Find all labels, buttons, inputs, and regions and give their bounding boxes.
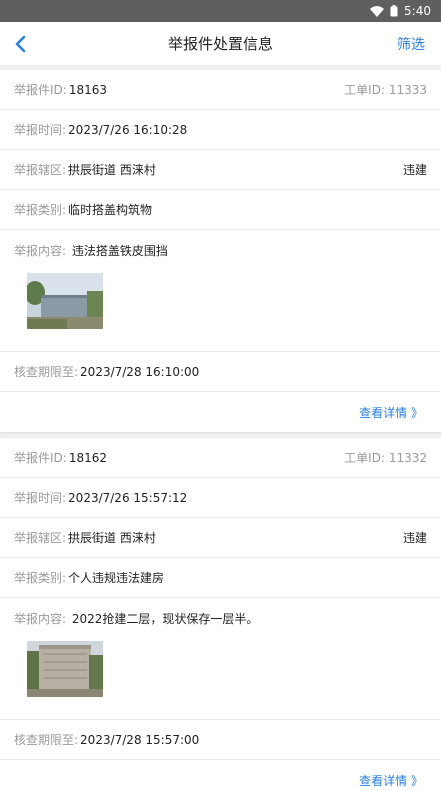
content-row: 举报内容: 2022抢建二层，现状保存一层半。	[0, 598, 441, 720]
report-card: 举报件ID: 18162 工单ID: 11332 举报时间: 2023/7/26…	[0, 438, 441, 791]
deadline-value: 2023/7/28 15:57:00	[80, 732, 200, 747]
report-time-row: 举报时间: 2023/7/26 15:57:12	[0, 478, 441, 518]
report-time-label: 举报时间:	[14, 491, 67, 505]
content-label: 举报内容:	[14, 612, 67, 626]
chevron-left-icon[interactable]	[12, 33, 32, 55]
view-detail-link[interactable]: 查看详情 》	[359, 404, 423, 421]
district-row: 举报辖区: 拱辰街道 西涞村 违建	[0, 150, 441, 190]
report-id-value: 18162	[68, 450, 108, 465]
report-id-row: 举报件ID: 18162 工单ID: 11332	[0, 438, 441, 478]
category-value: 个人违规违法建房	[68, 571, 165, 585]
category-value: 临时搭盖构筑物	[68, 203, 153, 217]
district-row: 举报辖区: 拱辰街道 西涞村 违建	[0, 518, 441, 558]
violation-tag: 违建	[402, 531, 427, 545]
report-time-label: 举报时间:	[14, 123, 67, 137]
battery-icon	[390, 5, 398, 17]
report-id-row: 举报件ID: 18163 工单ID: 11333	[0, 70, 441, 110]
category-row: 举报类别: 个人违规违法建房	[0, 558, 441, 598]
detail-row: 查看详情 》	[0, 392, 441, 432]
detail-row: 查看详情 》	[0, 760, 441, 791]
district-label: 举报辖区:	[14, 531, 67, 545]
deadline-row: 核查期限至: 2023/7/28 16:10:00	[0, 352, 441, 392]
work-order-label: 工单ID:	[344, 451, 385, 465]
report-photo[interactable]	[27, 273, 103, 329]
filter-button[interactable]: 筛选	[397, 34, 425, 54]
district-value: 拱辰街道 西涞村	[68, 163, 156, 177]
content-value: 违法搭盖铁皮围挡	[71, 244, 168, 258]
report-list: 举报件ID: 18163 工单ID: 11333 举报时间: 2023/7/26…	[0, 66, 441, 791]
deadline-label: 核查期限至:	[14, 365, 79, 379]
deadline-row: 核查期限至: 2023/7/28 15:57:00	[0, 720, 441, 760]
report-time-row: 举报时间: 2023/7/26 16:10:28	[0, 110, 441, 150]
category-row: 举报类别: 临时搭盖构筑物	[0, 190, 441, 230]
report-card: 举报件ID: 18163 工单ID: 11333 举报时间: 2023/7/26…	[0, 70, 441, 432]
content-label: 举报内容:	[14, 244, 67, 258]
view-detail-link[interactable]: 查看详情 》	[359, 772, 423, 789]
content-row: 举报内容: 违法搭盖铁皮围挡	[0, 230, 441, 352]
report-photo[interactable]	[27, 641, 103, 697]
category-label: 举报类别:	[14, 571, 67, 585]
status-bar: 5:40	[0, 0, 441, 22]
report-id-value: 18163	[68, 82, 108, 97]
report-time-value: 2023/7/26 16:10:28	[68, 122, 188, 137]
category-label: 举报类别:	[14, 203, 67, 217]
status-time: 5:40	[404, 4, 431, 18]
nav-bar: 举报件处置信息 筛选	[0, 22, 441, 66]
wifi-icon	[370, 5, 385, 17]
report-id-label: 举报件ID:	[14, 451, 67, 465]
report-id-label: 举报件ID:	[14, 83, 67, 97]
content-value: 2022抢建二层，现状保存一层半。	[71, 612, 259, 626]
work-order-value: 11332	[388, 451, 427, 465]
deadline-value: 2023/7/28 16:10:00	[80, 364, 200, 379]
district-value: 拱辰街道 西涞村	[68, 531, 156, 545]
violation-tag: 违建	[402, 163, 427, 177]
work-order-label: 工单ID:	[344, 83, 385, 97]
district-label: 举报辖区:	[14, 163, 67, 177]
deadline-label: 核查期限至:	[14, 733, 79, 747]
work-order-value: 11333	[388, 83, 427, 97]
page-title: 举报件处置信息	[167, 35, 273, 53]
report-time-value: 2023/7/26 15:57:12	[68, 490, 188, 505]
